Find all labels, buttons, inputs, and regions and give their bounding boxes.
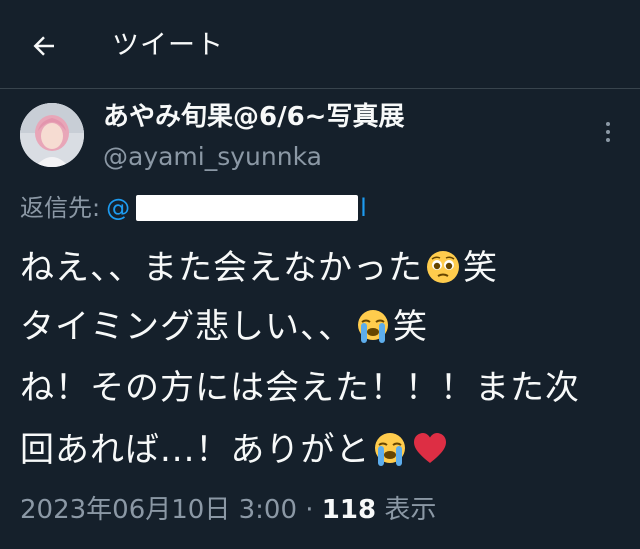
tweet-text-tail: 笑: [393, 307, 428, 347]
tweet-text-line: 回あれば...！ありがと: [20, 428, 450, 472]
reply-to-label: 返信先:: [20, 194, 101, 222]
tweet-text-tail: 笑: [463, 248, 498, 288]
tweet-text: タイミング悲しい、、: [20, 307, 353, 347]
reply-to-line: 返信先: @ l: [20, 192, 367, 224]
user-handle[interactable]: @ayami_syunnka: [103, 141, 322, 173]
arrow-left-icon: [33, 36, 54, 56]
pleading-face-icon: [427, 251, 459, 283]
header-divider: [0, 88, 640, 89]
back-button[interactable]: [26, 28, 62, 64]
more-options-button[interactable]: [596, 118, 620, 146]
views-count[interactable]: 118: [322, 495, 376, 525]
redacted-mention: [136, 195, 359, 221]
tweet-text: 回あれば...！ありがと: [20, 430, 371, 470]
loudly-crying-face-icon: [375, 433, 406, 466]
reply-mention-tail[interactable]: l: [360, 192, 367, 224]
tweet-text-line: ね！その方には会えた！！！また次: [20, 366, 580, 410]
top-bar: ツイート: [0, 0, 640, 88]
tweet-meta: 2023年06月10日 3:00 · 118 表示: [20, 492, 436, 528]
avatar-image: [20, 103, 84, 167]
more-vertical-icon-dot: [606, 130, 610, 134]
avatar[interactable]: [20, 103, 84, 167]
more-vertical-icon-dot: [606, 138, 610, 142]
tweet-text: ね！その方には会えた！！！また次: [20, 368, 580, 408]
more-vertical-icon: [606, 122, 610, 126]
red-heart-icon: [414, 433, 447, 463]
tweet-text-line: タイミング悲しい、、 笑: [20, 305, 428, 349]
tweet-timestamp[interactable]: 2023年06月10日 3:00 ·: [20, 495, 322, 525]
loudly-crying-face-icon: [358, 310, 388, 343]
views-label: 表示: [376, 495, 437, 525]
display-name[interactable]: あやみ旬果@6/6~写真展: [103, 100, 404, 134]
tweet-text-line: ねえ、、また会えなかった 笑: [20, 246, 498, 290]
reply-mention-link[interactable]: @: [106, 192, 130, 224]
tweet-detail-screen: ツイート あやみ旬果@6/6~写真展 @ayami_syunnka 返信先: @…: [0, 0, 640, 549]
tweet-text: ねえ、、また会えなかった: [20, 248, 423, 288]
page-title: ツイート: [112, 30, 224, 61]
